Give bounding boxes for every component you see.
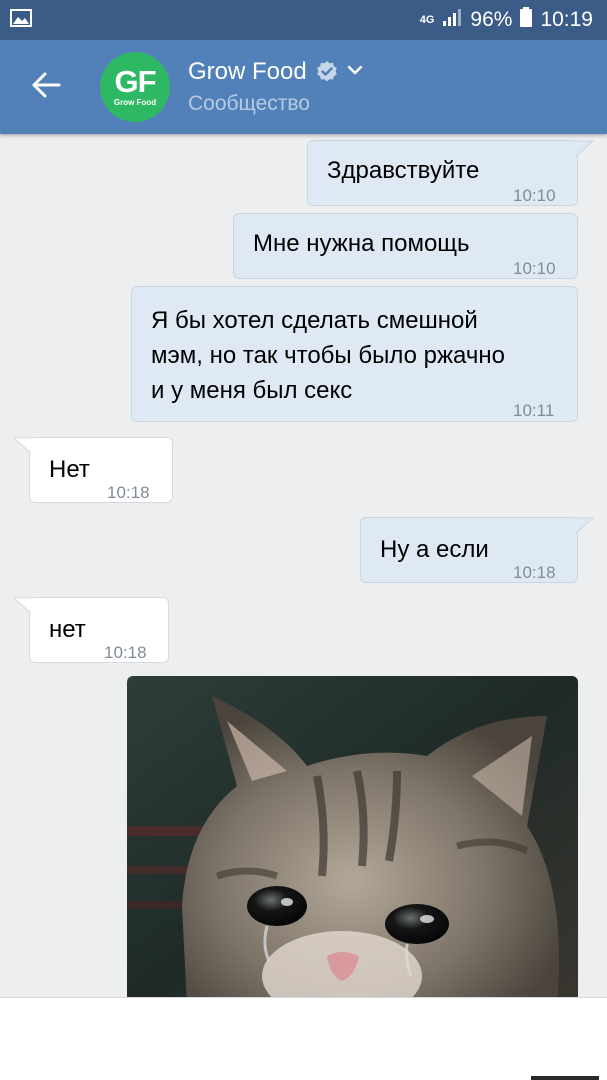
verified-icon <box>315 60 339 84</box>
avatar[interactable]: GF Grow Food <box>100 52 170 122</box>
arrow-left-icon <box>31 72 61 103</box>
chat-header: GF Grow Food Grow Food Сообщество <box>0 40 607 134</box>
message-text-line-1: Я бы хотел сделать смешной <box>151 307 478 334</box>
message-text: Ну а если <box>380 536 489 563</box>
message-time: 10:18 <box>513 563 556 582</box>
outgoing-message[interactable]: Ну а если 10:18 <box>360 517 594 583</box>
incoming-message[interactable]: нет 10:18 <box>13 597 169 663</box>
network-type: 4G <box>419 14 435 26</box>
message-time: 10:18 <box>107 483 150 502</box>
avatar-initials: GF <box>114 64 156 99</box>
message-time: 10:11 <box>513 401 555 420</box>
message-time: 10:10 <box>513 186 556 205</box>
message-time: 10:18 <box>104 643 147 662</box>
bubble-tail <box>13 437 33 456</box>
message-text: Нет <box>49 456 90 483</box>
message-text: нет <box>49 616 86 643</box>
gallery-notification-icon <box>10 8 32 32</box>
message-time: 10:10 <box>513 259 556 278</box>
chat-subtitle: Сообщество <box>188 92 310 115</box>
battery-percent: 96% <box>470 8 513 31</box>
status-bar: 4G 96% 10:19 <box>0 0 607 40</box>
outgoing-message[interactable]: Я бы хотел сделать смешной мэм, но так ч… <box>131 286 578 422</box>
clock: 10:19 <box>540 8 593 31</box>
chat-title: Grow Food <box>188 58 307 85</box>
incoming-message[interactable]: Нет 10:18 <box>13 437 173 503</box>
chevron-down-icon[interactable] <box>347 63 363 81</box>
message-text: Мне нужна помощь <box>253 230 470 257</box>
message-input-bar[interactable] <box>0 997 607 1080</box>
message-list[interactable]: Здравствуйте 10:10 Мне нужна помощь 10:1… <box>0 134 607 997</box>
outgoing-message[interactable]: Здравствуйте 10:10 <box>307 140 594 206</box>
signal-icon <box>442 8 462 32</box>
bubble-tail <box>574 517 594 536</box>
outgoing-message[interactable]: Мне нужна помощь 10:10 <box>233 213 578 279</box>
bubble-tail <box>13 597 33 616</box>
message-text: Здравствуйте <box>327 157 480 184</box>
message-text-line-2: мэм, но так чтобы было ржачно <box>151 342 505 369</box>
header-info[interactable]: Grow Food Сообщество <box>188 58 363 116</box>
photo-attachment[interactable] <box>127 676 578 997</box>
message-text-line-3: и у меня был секс <box>151 377 353 404</box>
kitten-photo <box>127 676 578 997</box>
back-button[interactable] <box>10 40 82 134</box>
bottom-bar-indicator <box>531 1076 599 1080</box>
bubble-tail <box>574 140 594 159</box>
battery-icon <box>520 7 533 33</box>
avatar-caption: Grow Food <box>113 98 157 107</box>
